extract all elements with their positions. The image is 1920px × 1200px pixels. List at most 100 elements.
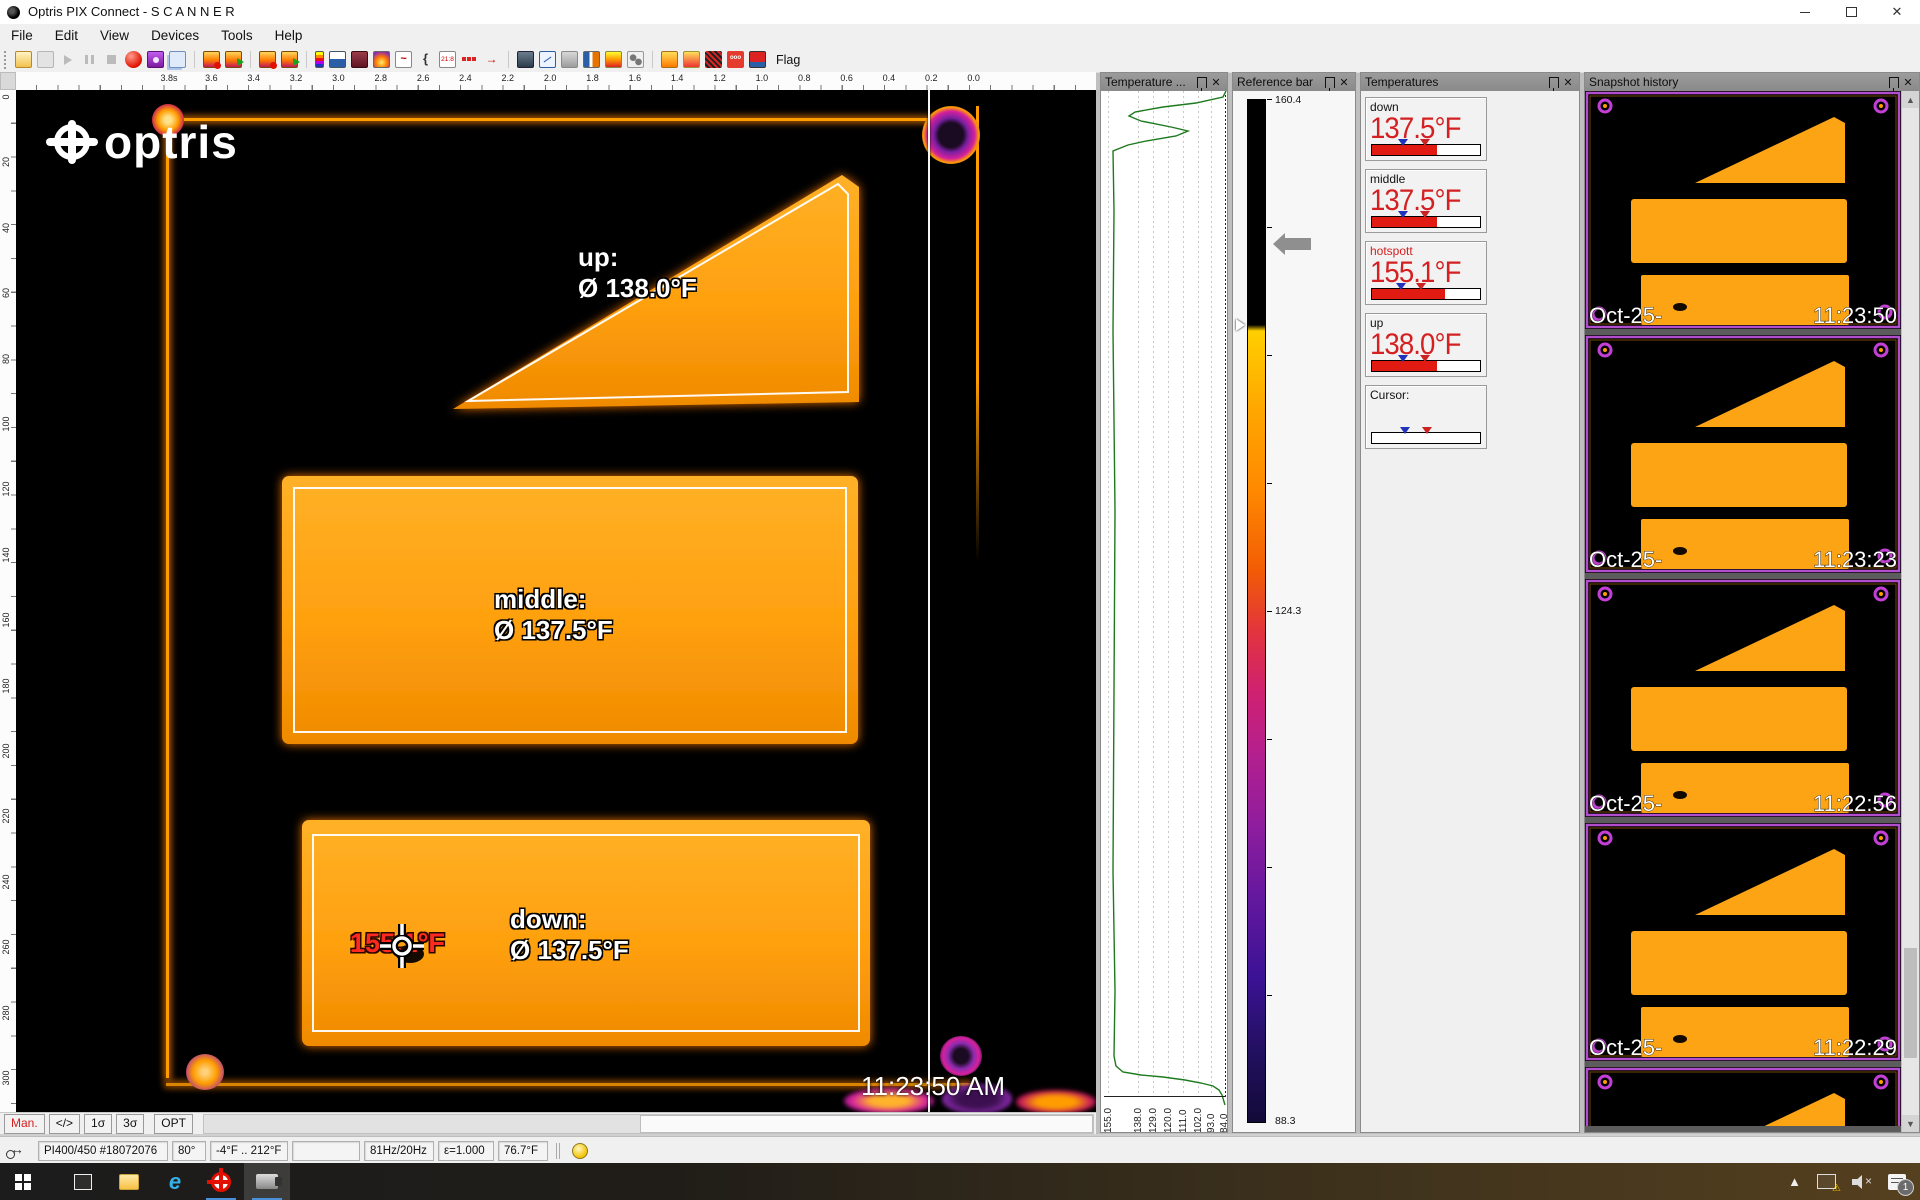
scale-max-label: 160.4 bbox=[1275, 94, 1301, 106]
open-file-icon[interactable] bbox=[15, 51, 32, 68]
menu-view[interactable]: View bbox=[89, 24, 140, 47]
reference-bar-icon[interactable] bbox=[605, 51, 622, 68]
left-ruler-label: 40 bbox=[1, 213, 11, 243]
file-explorer-button[interactable] bbox=[106, 1163, 152, 1200]
pause-icon[interactable] bbox=[81, 51, 98, 68]
refbar-body: 160.4 124.3 88.3 bbox=[1233, 91, 1355, 1132]
pin-icon[interactable] bbox=[1323, 75, 1337, 89]
three-sigma-button[interactable]: 3σ bbox=[116, 1114, 144, 1134]
snapshot-thumbnail[interactable]: Oct-25- 11:23:50 bbox=[1585, 91, 1901, 329]
toolbar-drag-handle[interactable] bbox=[4, 51, 11, 69]
windows-logo-icon bbox=[15, 1174, 31, 1190]
horizontal-scrollbar[interactable] bbox=[203, 1114, 1094, 1134]
optris-app-button[interactable] bbox=[198, 1163, 244, 1200]
menu-help[interactable]: Help bbox=[264, 24, 314, 47]
pin-icon[interactable] bbox=[1887, 75, 1901, 89]
stop-icon[interactable] bbox=[103, 51, 120, 68]
snapshot-thumbnail[interactable]: Oct-25- 11:22:56 bbox=[1585, 579, 1901, 817]
temperatures-panel-header[interactable]: Temperatures ✕ bbox=[1361, 73, 1579, 91]
close-icon[interactable]: ✕ bbox=[1209, 75, 1223, 89]
action-center-icon[interactable]: 1 bbox=[1888, 1174, 1906, 1190]
maximize-button[interactable] bbox=[1828, 0, 1874, 24]
temp-card-middle: middle 137.5°F bbox=[1365, 169, 1487, 233]
play-icon[interactable] bbox=[59, 51, 76, 68]
opt-button[interactable]: OPT bbox=[154, 1114, 193, 1134]
hidden-icons-chevron-icon[interactable]: ▲ bbox=[1788, 1174, 1801, 1189]
menu-edit[interactable]: Edit bbox=[44, 24, 89, 47]
menu-file[interactable]: File bbox=[0, 24, 44, 47]
image-browser-icon[interactable] bbox=[203, 51, 220, 68]
color-scale-bar[interactable] bbox=[1247, 99, 1266, 1123]
svg-text:Oct-25-: Oct-25- bbox=[1589, 1035, 1662, 1060]
manual-mode-button[interactable]: Man. bbox=[4, 1114, 45, 1134]
lightbulb-icon[interactable] bbox=[572, 1143, 588, 1159]
task-view-button[interactable] bbox=[60, 1163, 106, 1200]
start-button[interactable] bbox=[0, 1163, 46, 1200]
close-button[interactable]: ✕ bbox=[1874, 0, 1920, 24]
one-sigma-button[interactable]: 1σ bbox=[84, 1114, 112, 1134]
save-radiometric-icon[interactable] bbox=[683, 51, 700, 68]
video-settings-icon[interactable] bbox=[351, 51, 368, 68]
configuration-gears-icon[interactable] bbox=[627, 51, 644, 68]
horizontal-scrollbar-thumb[interactable] bbox=[640, 1115, 1093, 1133]
pin-icon[interactable] bbox=[1195, 75, 1209, 89]
gradient-view-icon[interactable] bbox=[661, 51, 678, 68]
refbar-panel-header[interactable]: Reference bar ✕ bbox=[1233, 73, 1355, 91]
scale-slider-marker[interactable] bbox=[1236, 319, 1245, 331]
color-palette-icon[interactable] bbox=[315, 51, 324, 68]
temperature-range-icon[interactable] bbox=[483, 51, 500, 68]
top-ruler-label: 2.0 bbox=[535, 73, 565, 83]
camera-app-button[interactable] bbox=[244, 1163, 290, 1200]
temperature-profile-icon[interactable] bbox=[395, 51, 412, 68]
menu-tools[interactable]: Tools bbox=[210, 24, 264, 47]
internet-explorer-button[interactable]: e bbox=[152, 1163, 198, 1200]
profile-axis-label: 138.0 bbox=[1133, 1099, 1145, 1132]
flag-button[interactable]: Flag bbox=[776, 53, 800, 67]
record-settings-icon[interactable] bbox=[259, 51, 276, 68]
image-export-icon[interactable] bbox=[225, 51, 242, 68]
alarm-icon[interactable] bbox=[517, 51, 534, 68]
optris-logo-icon bbox=[46, 116, 98, 168]
grayscale-image-icon[interactable] bbox=[561, 51, 578, 68]
status-bar: PI400/450 #18072076 80° -4°F .. 212°F 81… bbox=[0, 1136, 1920, 1164]
thermal-image-view[interactable]: optris up:Ø 138.0°F middle:Ø 137.5°F dow… bbox=[16, 90, 1096, 1112]
close-icon[interactable]: ✕ bbox=[1561, 75, 1575, 89]
snapshot-thumbnail[interactable]: Oct-25- 11:22:29 bbox=[1585, 823, 1901, 1061]
scrollbar-thumb[interactable] bbox=[1904, 948, 1917, 1058]
volume-muted-icon[interactable] bbox=[1852, 1175, 1872, 1189]
copy-icon[interactable] bbox=[169, 51, 186, 68]
measure-areas-icon[interactable] bbox=[417, 51, 434, 68]
display-values-icon[interactable] bbox=[439, 51, 456, 68]
hotspot-search-icon[interactable] bbox=[373, 51, 390, 68]
left-ruler-label: 300 bbox=[1, 1063, 11, 1093]
snapshot-panel-header[interactable]: Snapshot history ✕ bbox=[1585, 73, 1919, 91]
compare-bars-icon[interactable] bbox=[583, 51, 600, 68]
snapshot-scrollbar[interactable]: ▲ ▼ bbox=[1901, 91, 1919, 1132]
close-icon[interactable]: ✕ bbox=[1901, 75, 1915, 89]
save-layout-icon[interactable] bbox=[749, 51, 766, 68]
histogram-icon[interactable] bbox=[329, 51, 346, 68]
zoom-window-icon[interactable] bbox=[539, 51, 556, 68]
cursor-vertical-line[interactable] bbox=[928, 90, 930, 1112]
network-warning-icon[interactable] bbox=[1817, 1174, 1836, 1189]
toolbar-separator bbox=[306, 51, 307, 68]
scroll-down-icon[interactable]: ▼ bbox=[1902, 1115, 1919, 1132]
device-connection-icon bbox=[6, 1143, 32, 1159]
record-icon[interactable] bbox=[125, 51, 142, 68]
snapshot-camera-icon[interactable] bbox=[147, 51, 164, 68]
isotherm-icon[interactable] bbox=[461, 51, 478, 68]
counter-icon[interactable] bbox=[727, 51, 744, 68]
pin-icon[interactable] bbox=[1547, 75, 1561, 89]
close-icon[interactable]: ✕ bbox=[1337, 75, 1351, 89]
profile-panel-header[interactable]: Temperature ... ✕ bbox=[1101, 73, 1227, 91]
minimize-button[interactable] bbox=[1782, 0, 1828, 24]
snapshot-thumbnail[interactable] bbox=[1585, 1067, 1901, 1126]
toolbar-separator bbox=[194, 51, 195, 68]
menu-devices[interactable]: Devices bbox=[140, 24, 210, 47]
hatching-overlay-icon[interactable] bbox=[705, 51, 722, 68]
snapshot-thumbnail[interactable]: Oct-25- 11:23:23 bbox=[1585, 335, 1901, 573]
scroll-up-icon[interactable]: ▲ bbox=[1902, 91, 1919, 108]
playback-settings-icon[interactable] bbox=[281, 51, 298, 68]
save-icon[interactable] bbox=[37, 51, 54, 68]
range-mode-button[interactable]: </> bbox=[49, 1114, 80, 1134]
